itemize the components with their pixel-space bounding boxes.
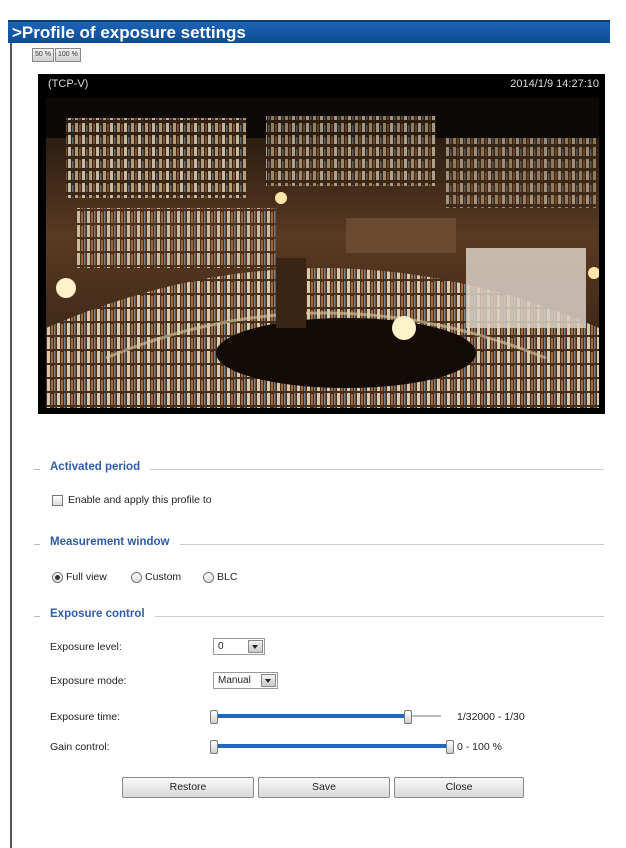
radio-full-view[interactable]: [52, 572, 63, 583]
page-title: >Profile of exposure settings: [12, 23, 246, 42]
activated-period-section: Activated period: [34, 461, 604, 476]
close-button[interactable]: Close: [394, 777, 524, 798]
video-header: (TCP-V) 2014/1/9 14:27:10: [38, 74, 605, 96]
exposure-time-slider[interactable]: [210, 709, 441, 724]
exposure-mode-label: Exposure mode:: [50, 675, 127, 687]
exposure-mode-value: Manual: [218, 675, 251, 686]
activated-period-heading: Activated period: [50, 461, 151, 473]
exposure-level-value: 0: [218, 641, 224, 652]
camera-scene: [46, 98, 599, 408]
gain-control-range: 0 - 100 %: [457, 741, 502, 753]
exposure-time-range: 1/32000 - 1/30: [457, 711, 525, 723]
chevron-down-icon: [261, 674, 276, 687]
gain-control-slider-fill: [213, 744, 449, 748]
custom-label: Custom: [145, 571, 182, 583]
radio-blc[interactable]: [203, 572, 214, 583]
exposure-time-max-handle[interactable]: [403, 710, 412, 724]
chevron-down-icon: [248, 640, 263, 653]
radio-custom[interactable]: [131, 572, 142, 583]
video-panel: (TCP-V) 2014/1/9 14:27:10: [38, 74, 605, 414]
title-bar: >Profile of exposure settings: [8, 20, 610, 43]
stream-mode: (TCP-V): [48, 78, 89, 90]
measurement-window-section: Measurement window: [34, 536, 604, 551]
video-timestamp: 2014/1/9 14:27:10: [510, 78, 599, 90]
zoom-100-button[interactable]: 100 %: [54, 48, 81, 62]
exposure-time-label: Exposure time:: [50, 711, 121, 723]
left-border: [10, 38, 12, 848]
gain-control-max-handle[interactable]: [446, 740, 454, 754]
enable-profile-checkbox[interactable]: [52, 495, 63, 506]
restore-button[interactable]: Restore: [122, 777, 254, 798]
exposure-level-select[interactable]: 0: [213, 638, 265, 655]
exposure-control-section: Exposure control: [34, 608, 604, 623]
gain-control-slider[interactable]: [210, 739, 454, 754]
zoom-controls: 50 % 100 %: [32, 48, 82, 62]
exposure-time-slider-fill: [213, 714, 407, 718]
gain-control-min-handle[interactable]: [210, 740, 218, 754]
full-view-label: Full view: [66, 571, 107, 583]
exposure-control-heading: Exposure control: [50, 608, 155, 620]
save-button[interactable]: Save: [258, 777, 390, 798]
exposure-level-label: Exposure level:: [50, 641, 122, 653]
blc-label: BLC: [217, 571, 238, 583]
live-video-frame[interactable]: [46, 98, 599, 408]
gain-control-label: Gain control:: [50, 741, 110, 753]
exposure-time-min-handle[interactable]: [210, 710, 218, 724]
measurement-window-heading: Measurement window: [50, 536, 180, 548]
exposure-mode-select[interactable]: Manual: [213, 672, 278, 689]
enable-profile-label: Enable and apply this profile to: [68, 494, 212, 506]
zoom-50-button[interactable]: 50 %: [32, 48, 54, 62]
